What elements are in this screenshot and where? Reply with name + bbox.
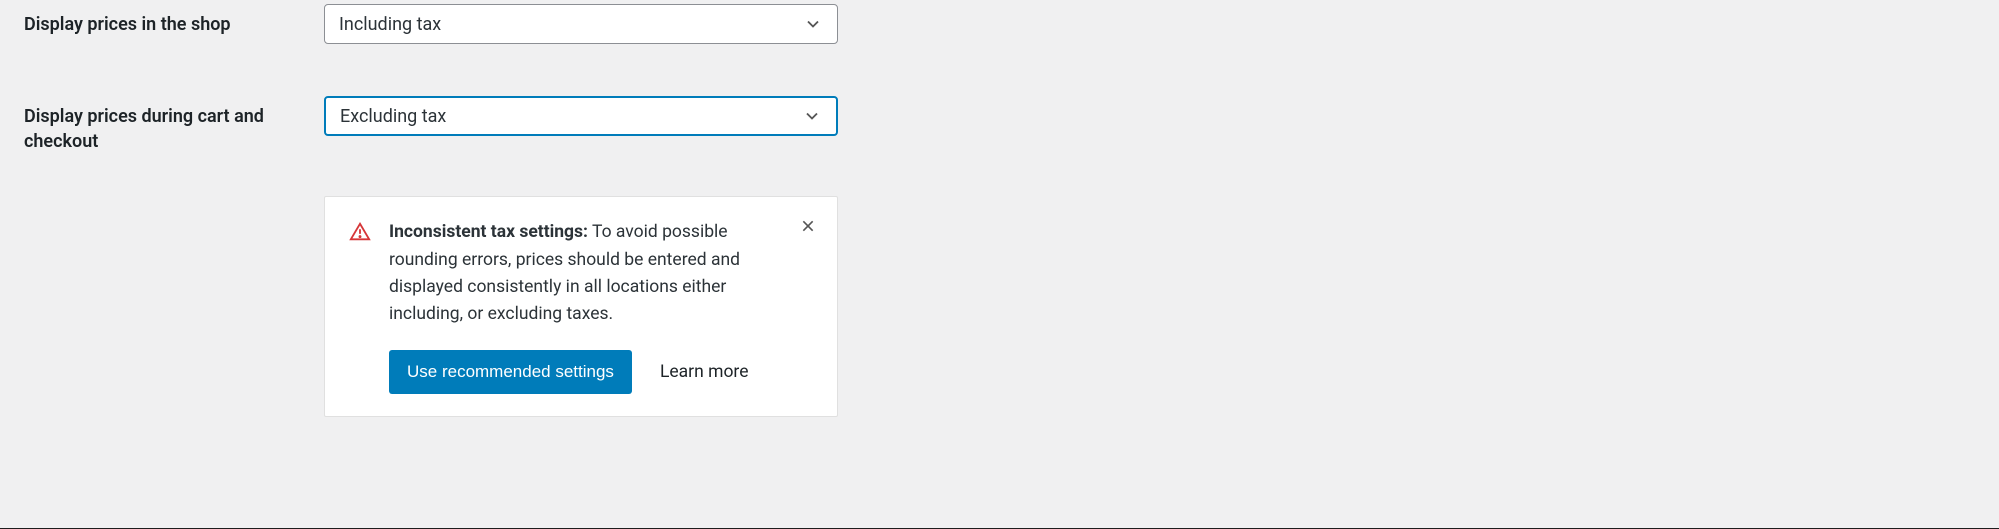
select-cart-prices-wrap: Excluding tax <box>324 96 838 136</box>
chevron-down-icon <box>802 106 822 126</box>
learn-more-link[interactable]: Learn more <box>660 362 749 382</box>
select-shop-prices-wrap: Including tax <box>324 4 838 44</box>
close-notice-button[interactable] <box>797 215 819 237</box>
notice-actions: Use recommended settings Learn more <box>389 350 813 394</box>
inconsistent-tax-notice: Inconsistent tax settings: To avoid poss… <box>324 196 838 417</box>
select-shop-prices-value: Including tax <box>339 14 441 35</box>
close-icon <box>800 218 816 234</box>
select-shop-prices[interactable]: Including tax <box>324 4 838 44</box>
notice-inner: Inconsistent tax settings: To avoid poss… <box>349 219 813 328</box>
label-shop-prices: Display prices in the shop <box>24 4 324 37</box>
row-cart-prices: Display prices during cart and checkout … <box>24 96 1975 154</box>
select-cart-prices[interactable]: Excluding tax <box>324 96 838 136</box>
notice-title: Inconsistent tax settings: <box>389 222 588 242</box>
use-recommended-settings-button[interactable]: Use recommended settings <box>389 350 632 394</box>
label-cart-prices: Display prices during cart and checkout <box>24 96 324 154</box>
row-shop-prices: Display prices in the shop Including tax <box>24 4 1975 44</box>
notice-text: Inconsistent tax settings: To avoid poss… <box>389 219 813 328</box>
select-cart-prices-value: Excluding tax <box>340 106 446 127</box>
chevron-down-icon <box>803 14 823 34</box>
warning-icon <box>349 221 371 243</box>
